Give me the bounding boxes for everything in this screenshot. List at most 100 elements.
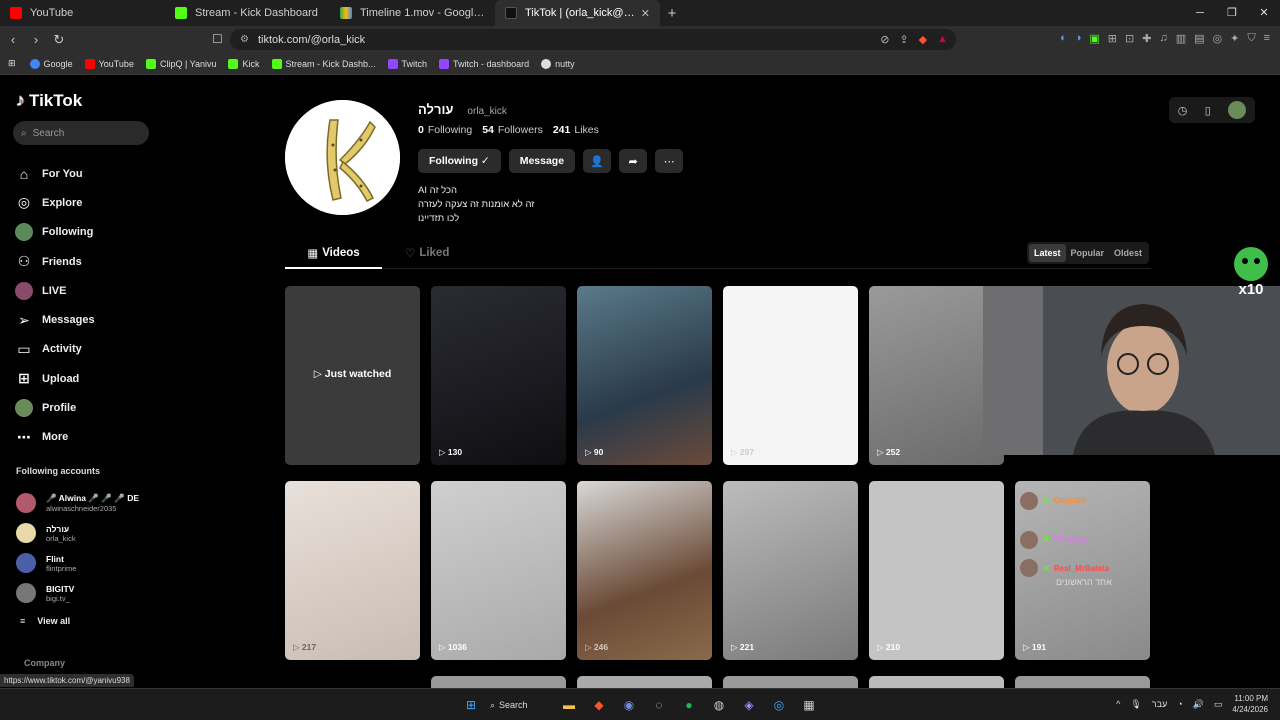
video-card[interactable]	[577, 676, 712, 688]
bookmark-twitch[interactable]: Twitch	[387, 58, 427, 69]
profile-avatar[interactable]	[285, 100, 400, 215]
extension-icon[interactable]: ⊡	[1125, 32, 1134, 45]
language-indicator[interactable]: עבר	[1152, 699, 1167, 709]
clock[interactable]: 11:00 PM 4/24/2026	[1232, 693, 1268, 715]
bookmark-twitch-dashboard[interactable]: Twitch - dashboard	[439, 58, 529, 69]
bookmark-youtube[interactable]: YouTube	[84, 58, 134, 69]
device-icon[interactable]: ▯	[1205, 104, 1211, 117]
following-account[interactable]: Flint flintprime	[16, 548, 139, 578]
new-tab-button[interactable]: +	[660, 5, 684, 22]
music-icon[interactable]: ♫	[1159, 32, 1167, 45]
minimize-button[interactable]: ─	[1184, 0, 1216, 26]
video-card[interactable]: ▷ 297	[723, 286, 858, 465]
video-card[interactable]: ▷ 217	[285, 481, 420, 660]
calculator-icon[interactable]: ▦	[798, 694, 820, 716]
media-off-icon[interactable]: ⊘	[880, 33, 889, 46]
windows-start-icon[interactable]: ⊞	[460, 694, 482, 716]
close-tab-icon[interactable]: ✕	[641, 7, 650, 20]
bookmark-kick-dashboard[interactable]: Stream - Kick Dashb...	[271, 58, 376, 69]
tab-youtube[interactable]: YouTube	[0, 0, 165, 26]
app-icon[interactable]: ◍	[708, 694, 730, 716]
extension-icon[interactable]: ▣	[1089, 32, 1099, 45]
wallet-icon[interactable]: ▤	[1194, 32, 1204, 45]
volume-icon[interactable]: 🔊	[1193, 699, 1204, 710]
video-card[interactable]: ▷ Just watched	[285, 286, 420, 465]
apps-grid-icon[interactable]: ⊞	[8, 58, 16, 69]
extension-icon[interactable]: ⊞	[1108, 32, 1117, 45]
reload-icon[interactable]: ↻	[49, 32, 69, 48]
following-button[interactable]: Following ✓	[418, 149, 501, 173]
sort-latest[interactable]: Latest	[1029, 244, 1066, 262]
bookmark-clipq[interactable]: ClipQ | Yanivu	[145, 58, 216, 69]
video-card[interactable]: ▷ 221	[723, 481, 858, 660]
add-friend-icon[interactable]: 👤	[583, 149, 612, 173]
view-all-button[interactable]: ≡ View all	[20, 616, 70, 626]
nav-profile[interactable]: Profile	[14, 393, 204, 422]
share-arrow-icon[interactable]: ➦	[619, 149, 648, 173]
following-account[interactable]: עורלה orla_kick	[16, 518, 139, 548]
shield-icon[interactable]: ⛉	[1247, 32, 1255, 45]
nav-following[interactable]: Following	[14, 218, 204, 247]
vpn-icon[interactable]: ◎	[1213, 32, 1223, 45]
sort-popular[interactable]: Popular	[1066, 244, 1110, 262]
extension-icon[interactable]: ◑	[1075, 32, 1082, 45]
battery-icon[interactable]: ▭	[1214, 699, 1223, 710]
close-window-button[interactable]: ✕	[1248, 0, 1280, 26]
video-card[interactable]: ▷ 210	[869, 481, 1004, 660]
nav-explore[interactable]: ◎ Explore	[14, 188, 204, 217]
nav-friends[interactable]: ⚇ Friends	[14, 247, 204, 276]
user-avatar[interactable]	[1228, 101, 1247, 119]
obs-icon[interactable]: ◌	[648, 694, 670, 716]
video-card[interactable]: ▷ 246	[577, 481, 712, 660]
nav-live[interactable]: LIVE	[14, 276, 204, 305]
taskbar-search[interactable]: ⌕ Search	[490, 694, 550, 716]
file-explorer-icon[interactable]: ▬	[558, 694, 580, 716]
maximize-button[interactable]: ❐	[1216, 0, 1248, 26]
followers-stat[interactable]: 54 Followers	[482, 124, 543, 136]
video-card[interactable]: ▷ 1036	[431, 481, 566, 660]
sort-oldest[interactable]: Oldest	[1109, 244, 1147, 262]
site-info-icon[interactable]: ⚙	[240, 34, 249, 45]
following-account[interactable]: 🎤 Alwina 🎤 🎤 🎤 DE alwinaschneider2035	[16, 488, 139, 518]
company-link[interactable]: Company	[24, 658, 65, 668]
tab-tiktok[interactable]: TikTok | (orla_kick@) עורלה ✕	[495, 0, 660, 26]
nav-activity[interactable]: ▭ Activity	[14, 335, 204, 364]
following-account[interactable]: BIGITV bigi.tv_	[16, 578, 139, 608]
brave-browser-icon[interactable]: ◆	[588, 694, 610, 716]
sidebar-icon[interactable]: ▥	[1176, 32, 1186, 45]
nav-upload[interactable]: ⊞ Upload	[14, 364, 204, 393]
spotify-icon[interactable]: ●	[678, 694, 700, 716]
bookmark-kick[interactable]: Kick	[228, 58, 260, 69]
menu-icon[interactable]: ≡	[1264, 32, 1270, 45]
video-card[interactable]: ▷ 90	[577, 286, 712, 465]
nav-more[interactable]: ⋯ More	[14, 423, 204, 452]
brave-shield-icon[interactable]: ◆	[919, 33, 927, 46]
share-icon[interactable]: ⇪	[899, 33, 908, 46]
following-stat[interactable]: 0 Following	[418, 124, 472, 136]
bookmark-icon[interactable]: ☐	[212, 32, 223, 46]
rewards-icon[interactable]: ▲	[937, 33, 948, 46]
app-icon[interactable]: ◎	[768, 694, 790, 716]
discord-icon[interactable]: ◉	[618, 694, 640, 716]
network-icon[interactable]: ◔	[1177, 699, 1182, 709]
forward-icon[interactable]: ›	[26, 32, 46, 47]
more-options-icon[interactable]: ⋯	[655, 149, 684, 173]
coin-icon[interactable]: ◷	[1178, 104, 1188, 117]
bookmark-nutty[interactable]: nutty	[541, 58, 575, 69]
tab-liked[interactable]: ♡ Liked	[405, 246, 449, 260]
bookmark-google[interactable]: Google	[29, 58, 73, 69]
puzzle-icon[interactable]: ✚	[1142, 32, 1151, 45]
chevron-up-icon[interactable]: ^	[1116, 699, 1120, 709]
nav-for-you[interactable]: ⌂ For You	[14, 159, 204, 188]
message-button[interactable]: Message	[508, 149, 576, 173]
app-icon[interactable]: ◈	[738, 694, 760, 716]
back-icon[interactable]: ‹	[3, 32, 23, 47]
tab-kick-dashboard[interactable]: Stream - Kick Dashboard	[165, 0, 330, 26]
video-card[interactable]	[723, 676, 858, 688]
url-input[interactable]: ⚙ tiktok.com/@orla_kick ⊘ ⇪ ◆ ▲	[230, 29, 956, 50]
video-card[interactable]	[431, 676, 566, 688]
tiktok-logo[interactable]: ♪ TikTok	[16, 90, 82, 111]
leo-icon[interactable]: ✦	[1230, 32, 1239, 45]
tab-google-drive[interactable]: Timeline 1.mov - Google Drive	[330, 0, 495, 26]
nav-messages[interactable]: ➢ Messages	[14, 305, 204, 334]
